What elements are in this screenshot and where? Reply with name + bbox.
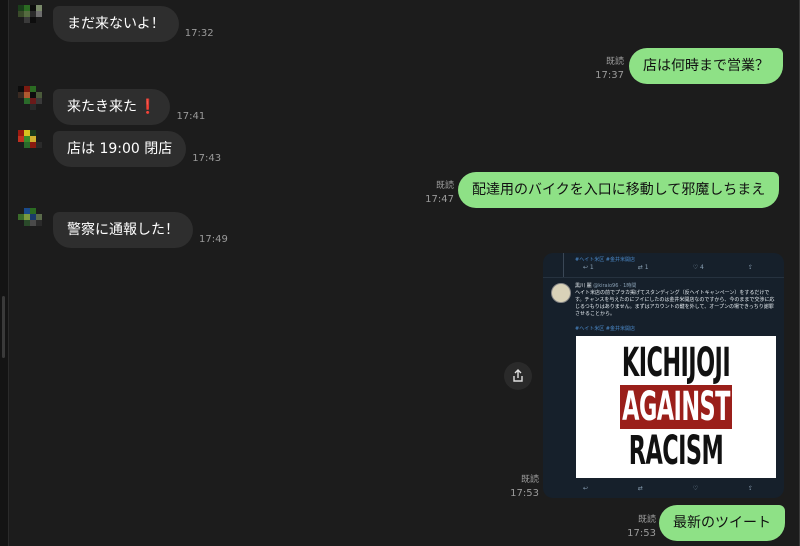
share-icon: ⇪ [747,264,753,271]
message-bubble[interactable]: 配達用のバイクを入口に移動して邪魔しちまえ [458,172,780,208]
share-icon [513,369,523,382]
avatar[interactable] [18,5,48,35]
author-name: 黒川 麗 [575,283,592,289]
message-incoming: 来たき来た ❗ 17:41 [53,89,205,125]
retweet-count: ⇄ 1 [637,264,649,271]
poster-image: KICHIJOJI AGAINST RACISM [576,336,776,478]
poster-line: RACISM [628,428,724,474]
tweet-screenshot-image[interactable]: #ヘイト米区 #金井米開店 ↩ 1 ⇄ 1 ♡ 4 ⇪ 黒川 麗 @kiraio… [543,253,784,498]
message-meta: 既読 17:53 [624,514,656,540]
message-time: 17:43 [192,153,222,164]
message-incoming: まだ来ないよ！ 17:32 [53,6,214,42]
tweet-hashtags: #ヘイト米区 #金井米開店 [575,257,635,263]
poster-line: KICHIJOJI [621,340,731,386]
poster-line: AGAINST [620,385,732,429]
read-receipt: 既読 [605,57,624,67]
message-outgoing: 店は何時まで営業？ [629,48,783,84]
chat-window: まだ来ないよ！ 17:32 既読 17:37 店は何時まで営業？ 来たき来た ❗ … [0,0,800,546]
message-time: 17:37 [595,70,624,81]
read-receipt: 既読 [520,475,539,485]
message-bubble[interactable]: 警察に通報した！ [53,212,193,248]
resize-handle[interactable] [2,296,5,358]
like-count: ♡ 4 [692,264,704,271]
tweet-actions: ↩ ⇄ ♡ ⇪ [583,485,753,492]
reply-count: ↩ 1 [583,264,594,271]
message-incoming: 警察に通報した！ 17:49 [53,212,228,248]
message-bubble[interactable]: 来たき来た ❗ [53,89,171,125]
reply-icon: ↩ [583,485,589,492]
message-time: 17:47 [425,194,454,205]
message-time: 17:41 [176,111,206,122]
message-time: 17:32 [184,28,214,39]
message-text: 来たき来た [67,99,137,115]
exclamation-emoji: ❗ [139,99,157,115]
tweet-hashtags: #ヘイト米区 #金井米開店 [575,326,635,332]
message-time: 17:49 [199,234,228,245]
left-sidebar-edge [0,0,9,546]
tweet-author-avatar [551,283,571,303]
tweet-body: ヘイト米店の前でプラカ掲げてスタンディング（反ヘイトキャンペーン）をするだけです… [575,290,775,317]
message-meta: 既読 17:47 [420,180,454,206]
author-handle: @kiraio96 · 1時間 [593,283,637,289]
tweet-author: 黒川 麗 @kiraio96 · 1時間 [575,282,636,289]
read-receipt: 既読 [637,515,656,525]
avatar[interactable] [18,208,48,238]
message-incoming: 店は 19:00 閉店 17:43 [53,131,221,167]
message-bubble[interactable]: まだ来ないよ！ [53,6,179,42]
divider [543,277,784,278]
message-time: 17:53 [627,528,656,539]
share-button[interactable] [504,362,532,390]
message-meta: 既読 17:37 [592,56,624,82]
like-icon: ♡ [692,485,699,492]
share-icon: ⇪ [747,485,753,492]
message-bubble[interactable]: 最新のツイート [659,505,785,541]
avatar[interactable] [18,86,48,116]
message-meta: 既読 17:53 [505,474,539,500]
tweet-actions: ↩ 1 ⇄ 1 ♡ 4 ⇪ [583,264,753,271]
message-bubble[interactable]: 店は 19:00 閉店 [53,131,187,167]
avatar[interactable] [18,130,48,160]
thread-line [563,253,564,277]
retweet-icon: ⇄ [637,485,643,492]
message-bubble[interactable]: 店は何時まで営業？ [629,48,783,84]
message-time: 17:53 [510,488,539,499]
read-receipt: 既読 [435,181,454,191]
message-outgoing: 配達用のバイクを入口に移動して邪魔しちまえ [458,172,780,208]
message-outgoing: 最新のツイート [659,505,785,541]
